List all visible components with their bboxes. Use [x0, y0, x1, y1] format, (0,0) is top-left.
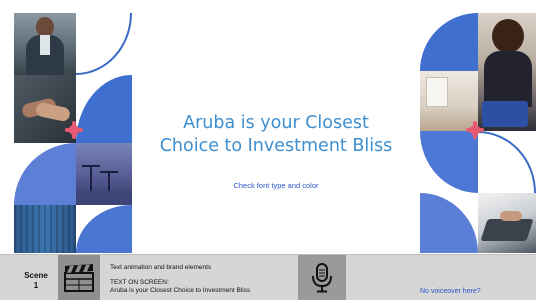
- blue-quarter-decoration: [14, 143, 76, 205]
- headline-line-2: Choice to Investment Bliss: [159, 136, 393, 156]
- typing-laptop-photo: [478, 193, 536, 253]
- harbor-cranes-photo: [76, 143, 132, 205]
- scene-indicator: Scene 1: [18, 271, 54, 291]
- blue-circle-decoration: [76, 75, 132, 143]
- font-check-note: Check font type and color: [233, 181, 319, 190]
- blue-quarter-decoration: [420, 13, 478, 71]
- storyboard-bar: Scene 1 Text animation and brand element…: [0, 254, 536, 300]
- scene-label: Scene: [24, 271, 48, 280]
- animation-note: Text animation and brand elements: [110, 264, 212, 271]
- scene-notes: Text animation and brand elements TEXT O…: [110, 264, 300, 296]
- scene-number: 1: [33, 281, 39, 290]
- blue-circle-decoration: [420, 131, 478, 193]
- clapperboard-icon: [58, 255, 100, 300]
- headline-line-1: Aruba is your Closest: [183, 113, 369, 133]
- sparkle-icon: [466, 121, 484, 139]
- blue-arc-decoration: [76, 205, 132, 253]
- text-on-screen-value: Aruba is your Closest Choice to Investme…: [110, 287, 251, 295]
- slide-headline: Aruba is your Closest Choice to Investme…: [140, 112, 412, 158]
- sparkle-icon: [65, 121, 83, 139]
- shipping-container-photo: [14, 205, 76, 253]
- slide-canvas: Aruba is your Closest Choice to Investme…: [0, 0, 536, 254]
- voiceover-note: No voiceover here?: [420, 288, 481, 295]
- blue-arc-decoration: [420, 193, 478, 253]
- microphone-icon: [298, 255, 346, 300]
- outline-arc-decoration: [76, 13, 132, 75]
- woman-laptop-photo: [478, 13, 536, 131]
- businessman-photo: [14, 13, 76, 75]
- outline-arc-decoration: [478, 131, 536, 193]
- text-on-screen-label: TEXT ON SCREEN:: [110, 278, 169, 286]
